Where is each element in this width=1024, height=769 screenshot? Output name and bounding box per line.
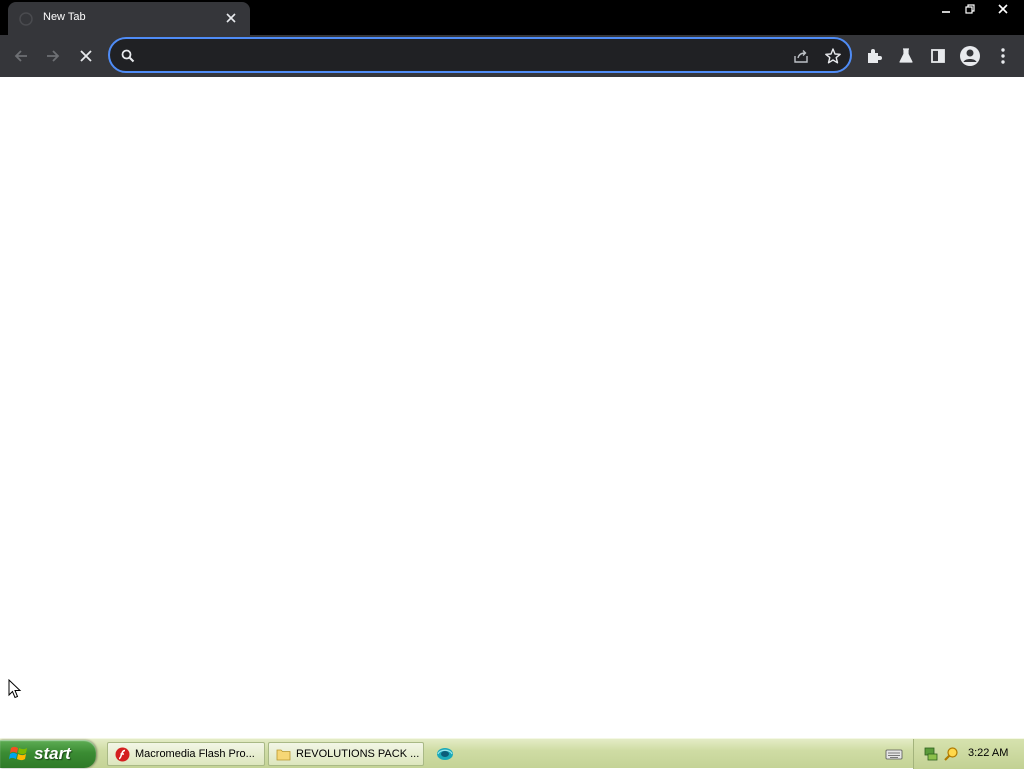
taskbar-item-folder[interactable]: REVOLUTIONS PACK ... (268, 742, 424, 766)
mouse-cursor-icon (8, 678, 22, 699)
forward-button[interactable] (40, 43, 66, 69)
menu-button[interactable] (990, 43, 1016, 69)
address-bar[interactable] (108, 37, 852, 73)
browser-toolbar (0, 35, 1024, 77)
taskbar: start Macromedia Flash Pro... REVOLUTION… (0, 738, 1024, 769)
keyboard-icon[interactable] (885, 746, 903, 762)
side-panel-button[interactable] (925, 43, 951, 69)
media-player-icon[interactable] (435, 745, 455, 763)
extensions-button[interactable] (861, 43, 887, 69)
search-magnifier-icon[interactable] (943, 746, 959, 762)
page-content (0, 77, 1024, 738)
side-panel-icon (931, 49, 945, 63)
start-label: start (34, 744, 71, 763)
address-input[interactable] (144, 45, 784, 65)
avatar-icon (960, 46, 980, 66)
bookmark-star-icon[interactable] (824, 47, 842, 65)
tab-favicon-icon (18, 11, 34, 27)
restore-button[interactable] (958, 0, 982, 18)
stop-loading-button[interactable] (73, 43, 99, 69)
puzzle-icon (868, 49, 882, 63)
forward-arrow-icon (47, 50, 60, 62)
back-button[interactable] (8, 43, 34, 69)
tab-title: New Tab (43, 11, 86, 23)
tab-new-tab[interactable]: New Tab (8, 2, 250, 35)
profile-button[interactable] (957, 43, 983, 69)
labs-button[interactable] (893, 43, 919, 69)
clock: 3:22 AM (968, 747, 1009, 759)
kebab-menu-icon (1001, 48, 1005, 64)
taskbar-item-label: REVOLUTIONS PACK ... (296, 748, 420, 760)
windows-logo-icon (9, 745, 29, 763)
close-window-button[interactable] (982, 0, 1024, 18)
flash-icon (115, 747, 130, 762)
taskbar-item-label: Macromedia Flash Pro... (135, 748, 255, 760)
flask-icon (899, 48, 913, 63)
title-bar: New Tab (0, 0, 1024, 35)
stop-x-icon (80, 50, 92, 62)
taskbar-item-flash[interactable]: Macromedia Flash Pro... (107, 742, 265, 766)
network-icon[interactable] (923, 746, 939, 762)
system-tray: 3:22 AM (913, 739, 1024, 769)
back-arrow-icon (14, 50, 27, 62)
search-icon (120, 48, 136, 64)
window-controls (934, 0, 1024, 18)
start-button[interactable]: start (0, 740, 96, 768)
share-icon[interactable] (792, 47, 810, 65)
folder-icon (276, 747, 291, 762)
minimize-button[interactable] (934, 0, 958, 18)
tab-close-icon[interactable] (223, 10, 239, 26)
